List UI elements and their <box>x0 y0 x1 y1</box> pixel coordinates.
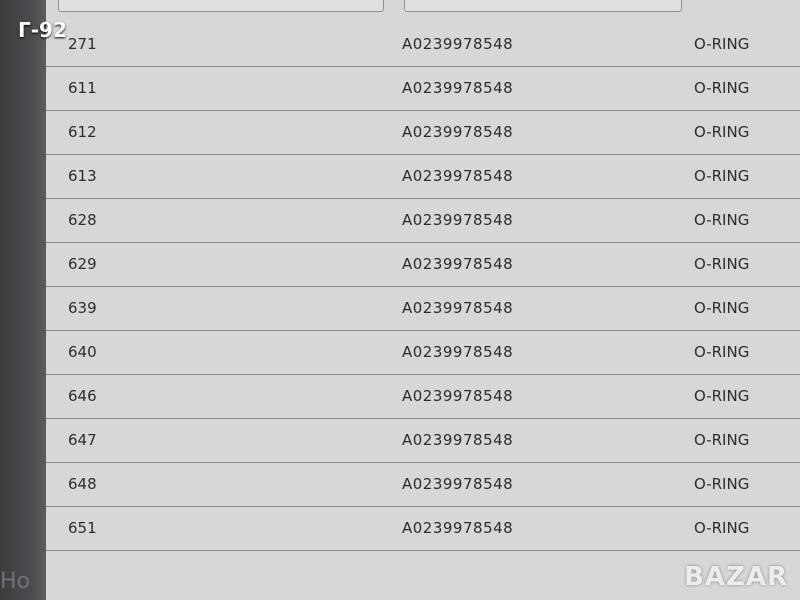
part-position-cell: 639 <box>68 299 97 317</box>
part-description-cell: O-RING <box>694 475 750 493</box>
part-number-cell: A0239978548 <box>402 475 514 493</box>
part-number-cell: A0239978548 <box>402 35 514 53</box>
left-bezel <box>0 0 46 600</box>
table-row[interactable]: 640 A0239978548 O-RING <box>46 330 800 375</box>
watermark-logo: BAZAR <box>684 562 788 592</box>
part-description-cell: O-RING <box>694 343 750 361</box>
part-number-cell: A0239978548 <box>402 123 514 141</box>
part-number-cell: A0239978548 <box>402 519 514 537</box>
screen: 271 A0239978548 O-RING 611 A0239978548 O… <box>0 0 800 600</box>
table-row[interactable]: 612 A0239978548 O-RING <box>46 110 800 155</box>
part-description-cell: O-RING <box>694 35 750 53</box>
column-header-tab[interactable] <box>404 0 682 12</box>
table-row[interactable]: 639 A0239978548 O-RING <box>46 286 800 331</box>
part-position-cell: 271 <box>68 35 97 53</box>
table-row[interactable]: 611 A0239978548 O-RING <box>46 66 800 111</box>
part-position-cell: 611 <box>68 79 97 97</box>
part-number-cell: A0239978548 <box>402 211 514 229</box>
part-description-cell: O-RING <box>694 123 750 141</box>
part-position-cell: 648 <box>68 475 97 493</box>
part-description-cell: O-RING <box>694 211 750 229</box>
part-position-cell: 629 <box>68 255 97 273</box>
part-number-cell: A0239978548 <box>402 299 514 317</box>
table-row[interactable]: 613 A0239978548 O-RING <box>46 154 800 199</box>
table-row[interactable]: 647 A0239978548 O-RING <box>46 418 800 463</box>
part-number-cell: A0239978548 <box>402 255 514 273</box>
part-number-cell: A0239978548 <box>402 431 514 449</box>
part-number-cell: A0239978548 <box>402 79 514 97</box>
part-position-cell: 651 <box>68 519 97 537</box>
table-row[interactable]: 629 A0239978548 O-RING <box>46 242 800 287</box>
part-number-cell: A0239978548 <box>402 387 514 405</box>
part-number-cell: A0239978548 <box>402 167 514 185</box>
part-description-cell: O-RING <box>694 519 750 537</box>
part-description-cell: O-RING <box>694 167 750 185</box>
part-position-cell: 612 <box>68 123 97 141</box>
part-description-cell: O-RING <box>694 387 750 405</box>
table-row[interactable]: 648 A0239978548 O-RING <box>46 462 800 507</box>
part-description-cell: O-RING <box>694 79 750 97</box>
parts-table: 271 A0239978548 O-RING 611 A0239978548 O… <box>46 0 800 600</box>
part-description-cell: O-RING <box>694 299 750 317</box>
part-description-cell: O-RING <box>694 255 750 273</box>
table-row[interactable]: 651 A0239978548 O-RING <box>46 506 800 551</box>
table-row[interactable]: 628 A0239978548 O-RING <box>46 198 800 243</box>
column-header-tab[interactable] <box>58 0 384 12</box>
part-position-cell: 646 <box>68 387 97 405</box>
table-row[interactable]: 271 A0239978548 O-RING <box>46 22 800 67</box>
part-position-cell: 640 <box>68 343 97 361</box>
part-description-cell: O-RING <box>694 431 750 449</box>
part-position-cell: 647 <box>68 431 97 449</box>
listing-label: Г-92 <box>18 18 67 42</box>
part-position-cell: 613 <box>68 167 97 185</box>
table-row[interactable]: 646 A0239978548 O-RING <box>46 374 800 419</box>
footer-text: Ho <box>0 569 31 594</box>
part-number-cell: A0239978548 <box>402 343 514 361</box>
part-position-cell: 628 <box>68 211 97 229</box>
